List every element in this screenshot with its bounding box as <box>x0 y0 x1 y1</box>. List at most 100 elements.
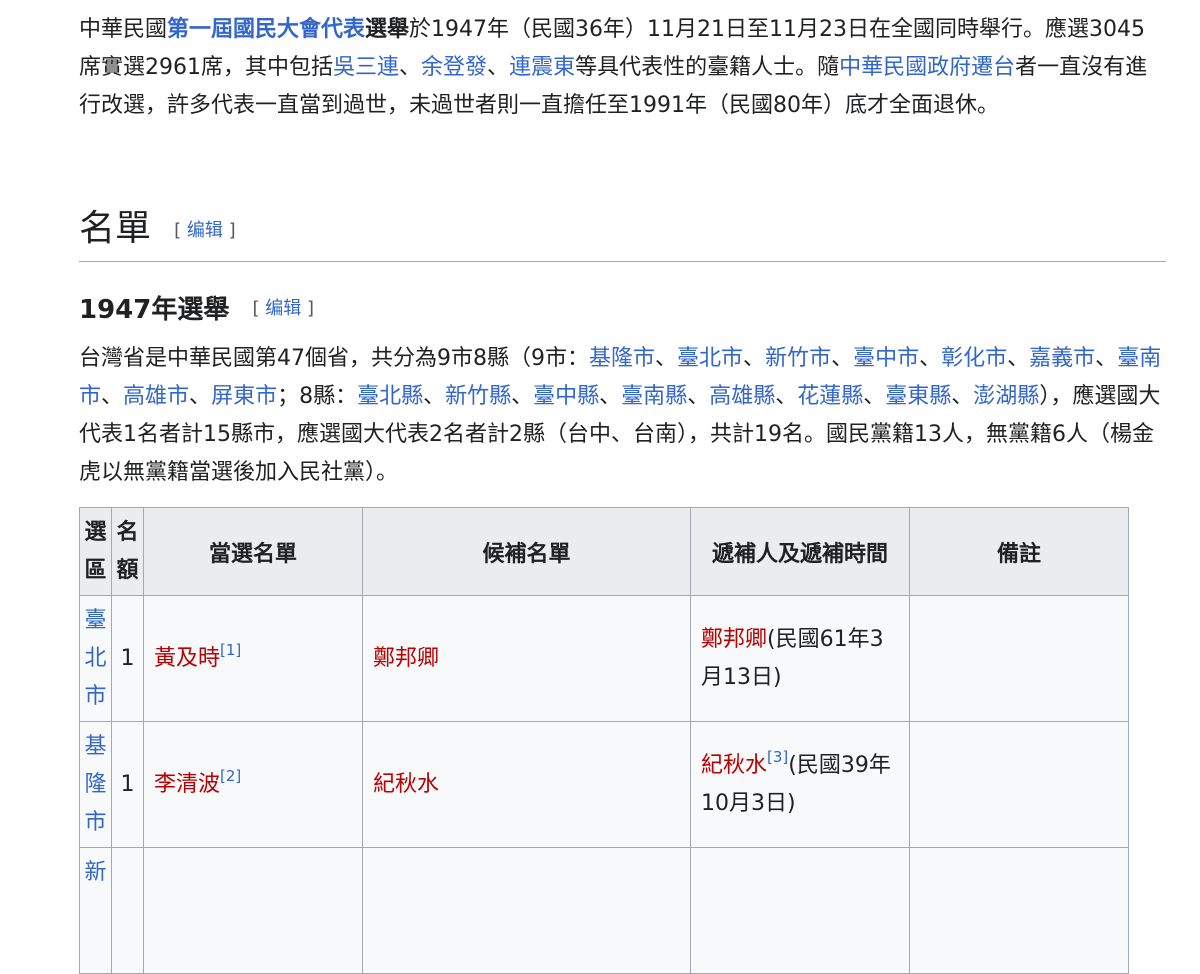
link-lien-chen-tung[interactable]: 連震東 <box>509 55 575 80</box>
link-city[interactable]: 高雄市 <box>123 384 189 409</box>
link-county[interactable]: 高雄縣 <box>709 384 775 409</box>
link-elected[interactable]: 李清波 <box>154 772 220 797</box>
separator: 、 <box>399 55 422 80</box>
separator: 、 <box>189 384 212 409</box>
reference: [3] <box>767 748 788 766</box>
cell-district: 基隆市 <box>79 721 112 848</box>
reference-link[interactable]: [1] <box>220 641 241 659</box>
edit-section: [ 编辑 ] <box>252 298 314 319</box>
cell-note <box>909 721 1129 848</box>
bracket-open: [ <box>252 298 266 319</box>
separator: 、 <box>511 384 534 409</box>
bracket-close: ] <box>301 298 314 319</box>
cell-alternate <box>362 847 691 974</box>
link-county[interactable]: 臺北縣 <box>357 384 423 409</box>
reference-link[interactable]: [2] <box>220 767 241 785</box>
bracket-open: [ <box>174 220 187 241</box>
separator: 、 <box>919 346 942 371</box>
link-city[interactable]: 彰化市 <box>941 346 1007 371</box>
link-district[interactable]: 基隆市 <box>85 728 107 842</box>
link-alternate[interactable]: 鄭邦卿 <box>373 646 439 671</box>
province-paragraph: 台灣省是中華民國第47個省，共分為9市8縣（9市：基隆市、臺北市、新竹市、臺中市… <box>79 340 1166 492</box>
section-heading-1947: 1947年選舉 [ 编辑 ] <box>79 290 314 330</box>
header-district: 選區 <box>79 507 112 596</box>
cell-note <box>909 847 1129 974</box>
reference: [2] <box>220 767 241 785</box>
cell-elected: 李清波[2] <box>143 721 363 848</box>
link-county[interactable]: 新竹縣 <box>445 384 511 409</box>
intro-text: 等具代表性的臺籍人士。隨 <box>575 55 840 80</box>
header-seats: 名額 <box>111 507 144 596</box>
link-city[interactable]: 臺北市 <box>677 346 743 371</box>
separator: 、 <box>101 384 124 409</box>
edit-link[interactable]: 编辑 <box>187 220 223 241</box>
section-heading-list: 名單 [ 编辑 ] <box>79 205 1166 262</box>
intro-text: 中華民國 <box>79 17 168 42</box>
link-city[interactable]: 屏東市 <box>211 384 277 409</box>
cell-alternate: 紀秋水 <box>362 721 691 848</box>
reference-link[interactable]: [3] <box>767 748 788 766</box>
table-row: 基隆市 1 李清波[2] 紀秋水 紀秋水[3](民國39年10月3日) <box>79 721 1129 848</box>
separator: 、 <box>423 384 446 409</box>
header-replacement: 遞補人及遞補時間 <box>690 507 910 596</box>
section-title: 名單 <box>79 208 152 249</box>
cell-seats <box>111 847 144 974</box>
election-table: 選區 名額 當選名單 候補名單 遞補人及遞補時間 備註 臺北市 1 黃及時[1]… <box>79 507 1129 974</box>
link-yu-teng-fa[interactable]: 余登發 <box>421 55 487 80</box>
link-wu-san-lien[interactable]: 吳三連 <box>333 55 399 80</box>
intro-paragraph: 中華民國第一屆國民大會代表選舉於1947年（民國36年）11月21日至11月23… <box>79 11 1159 125</box>
link-city[interactable]: 臺中市 <box>853 346 919 371</box>
cell-replacement: 紀秋水[3](民國39年10月3日) <box>690 721 910 848</box>
separator: 、 <box>687 384 710 409</box>
link-elected[interactable]: 黃及時 <box>154 646 220 671</box>
link-city[interactable]: 嘉義市 <box>1029 346 1095 371</box>
subsection-title: 1947年選舉 <box>79 295 230 325</box>
link-county[interactable]: 臺東縣 <box>885 384 951 409</box>
separator: 、 <box>863 384 886 409</box>
separator: 、 <box>743 346 766 371</box>
cell-elected: 黃及時[1] <box>143 595 363 722</box>
link-first-national-assembly[interactable]: 第一屆國民大會代表 <box>167 17 365 42</box>
link-replacement[interactable]: 鄭邦卿 <box>701 627 767 652</box>
separator: 、 <box>775 384 798 409</box>
link-county[interactable]: 臺南縣 <box>621 384 687 409</box>
header-note: 備註 <box>909 507 1129 596</box>
cell-seats: 1 <box>111 721 144 848</box>
bracket-close: ] <box>222 220 236 241</box>
link-city[interactable]: 新竹市 <box>765 346 831 371</box>
table-header-row: 選區 名額 當選名單 候補名單 遞補人及遞補時間 備註 <box>79 507 1129 596</box>
edit-link[interactable]: 编辑 <box>265 298 301 319</box>
link-government-relocation[interactable]: 中華民國政府遷台 <box>839 55 1015 80</box>
separator: 、 <box>487 55 510 80</box>
header-alternate: 候補名單 <box>362 507 691 596</box>
cell-note <box>909 595 1129 722</box>
header-elected: 當選名單 <box>143 507 363 596</box>
link-alternate[interactable]: 紀秋水 <box>373 772 439 797</box>
table-row: 臺北市 1 黃及時[1] 鄭邦卿 鄭邦卿(民國61年3月13日) <box>79 595 1129 722</box>
link-county[interactable]: 花蓮縣 <box>797 384 863 409</box>
intro-bold-text: 選舉 <box>365 17 410 42</box>
separator: 、 <box>599 384 622 409</box>
table-row: 新 <box>79 847 1129 974</box>
separator: 、 <box>655 346 678 371</box>
link-district[interactable]: 新 <box>85 848 107 892</box>
province-text: 台灣省是中華民國第47個省，共分為9市8縣（9市： <box>79 346 589 371</box>
reference: [1] <box>220 641 241 659</box>
link-district[interactable]: 臺北市 <box>85 602 107 716</box>
link-city[interactable]: 基隆市 <box>589 346 655 371</box>
cell-elected <box>143 847 363 974</box>
cell-alternate: 鄭邦卿 <box>362 595 691 722</box>
province-text: ；8縣： <box>277 384 358 409</box>
separator: 、 <box>1007 346 1030 371</box>
cell-district: 新 <box>79 847 112 974</box>
cell-replacement <box>690 847 910 974</box>
edit-section: [ 编辑 ] <box>174 220 236 241</box>
link-replacement[interactable]: 紀秋水 <box>701 753 767 778</box>
cell-district: 臺北市 <box>79 595 112 722</box>
separator: 、 <box>1095 346 1118 371</box>
link-county[interactable]: 臺中縣 <box>533 384 599 409</box>
cell-seats: 1 <box>111 595 144 722</box>
cell-replacement: 鄭邦卿(民國61年3月13日) <box>690 595 910 722</box>
separator: 、 <box>951 384 974 409</box>
link-county[interactable]: 澎湖縣 <box>973 384 1039 409</box>
